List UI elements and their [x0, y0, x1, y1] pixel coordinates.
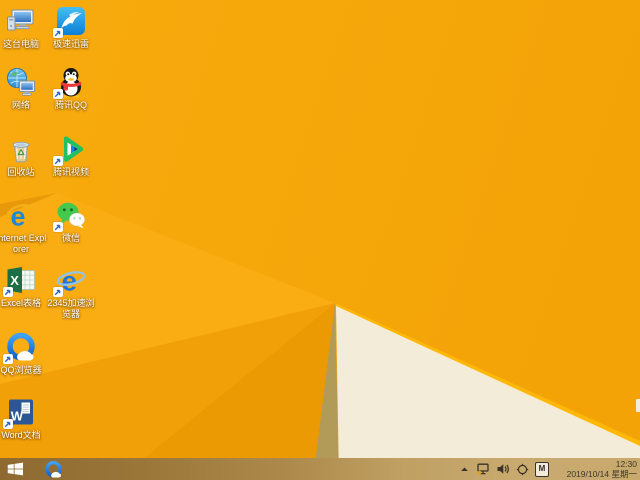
desktop-icon-tencent-video[interactable]: 腾讯视频	[45, 133, 97, 178]
shortcut-arrow-icon	[53, 156, 63, 166]
windows-logo-icon	[6, 461, 25, 477]
shortcut-arrow-icon	[53, 28, 63, 38]
desktop-icon-label: 腾讯视频	[52, 167, 89, 177]
desktop-icon-label: 腾讯QQ	[54, 100, 87, 110]
desktop-icon-label: 回收站	[7, 167, 35, 177]
desktop-icon-label: 网络	[11, 100, 30, 110]
shortcut-arrow-icon	[53, 287, 63, 297]
desktop-icon-qq-browser[interactable]: QQ浏览器	[0, 331, 47, 376]
taskbar-clock[interactable]: 12:30 2019/10/14 星期一	[555, 459, 637, 479]
ime-indicator[interactable]: M	[535, 461, 549, 477]
recycle-bin-icon	[5, 133, 37, 165]
desktop-icon-recycle-bin[interactable]: 回收站	[0, 133, 47, 178]
desktop: 这台电脑 极速迅雷 网络 腾讯QQ 回收站 腾讯视频 Internet Expl…	[0, 0, 640, 480]
shortcut-arrow-icon	[3, 287, 13, 297]
desktop-icon-excel[interactable]: Excel表格	[0, 264, 47, 309]
taskbar: M 12:30 2019/10/14 星期一	[0, 458, 640, 480]
network-icon	[5, 66, 37, 98]
clock-time: 12:30	[615, 459, 637, 469]
desktop-icon-label: Word文档	[1, 430, 41, 440]
desktop-icon-label: 极速迅雷	[52, 39, 89, 49]
shortcut-arrow-icon	[53, 222, 63, 232]
system-tray: M 12:30 2019/10/14 星期一	[459, 459, 640, 479]
desktop-icon-word[interactable]: Word文档	[0, 396, 47, 441]
network-status-icon[interactable]	[476, 462, 490, 476]
desktop-icon-label: 这台电脑	[2, 39, 39, 49]
desktop-icon-label: QQ浏览器	[0, 365, 42, 375]
shortcut-arrow-icon	[53, 89, 63, 99]
taskbar-qq-browser-button[interactable]	[38, 458, 68, 480]
desktop-icon-2345-browser[interactable]: 2345加速浏览器	[45, 264, 97, 320]
desktop-icon-label: Internet Explorer	[0, 233, 47, 254]
this-pc-icon	[5, 5, 37, 37]
desktop-icon-qq[interactable]: 腾讯QQ	[45, 66, 97, 111]
internet-explorer-icon	[5, 199, 37, 231]
start-button[interactable]	[0, 458, 30, 480]
tray-utility-icon[interactable]	[516, 463, 529, 476]
desktop-icon-label: 微信	[61, 233, 80, 243]
desktop-icon-label: 2345加速浏览器	[47, 298, 95, 319]
shortcut-arrow-icon	[3, 354, 13, 364]
desktop-icon-internet-explorer[interactable]: Internet Explorer	[0, 199, 47, 255]
desktop-icon-this-pc[interactable]: 这台电脑	[0, 5, 47, 50]
show-hidden-icons-button[interactable]	[459, 464, 470, 475]
desktop-icon-label: Excel表格	[0, 298, 41, 308]
screen-edge-fragment	[636, 399, 640, 412]
qq-browser-icon	[44, 460, 63, 479]
shortcut-arrow-icon	[3, 419, 13, 429]
volume-icon[interactable]	[496, 462, 510, 476]
desktop-icon-network[interactable]: 网络	[0, 66, 47, 111]
desktop-icon-wechat[interactable]: 微信	[45, 199, 97, 244]
clock-date: 2019/10/14 星期一	[566, 469, 637, 479]
desktop-icon-xunlei[interactable]: 极速迅雷	[45, 5, 97, 50]
